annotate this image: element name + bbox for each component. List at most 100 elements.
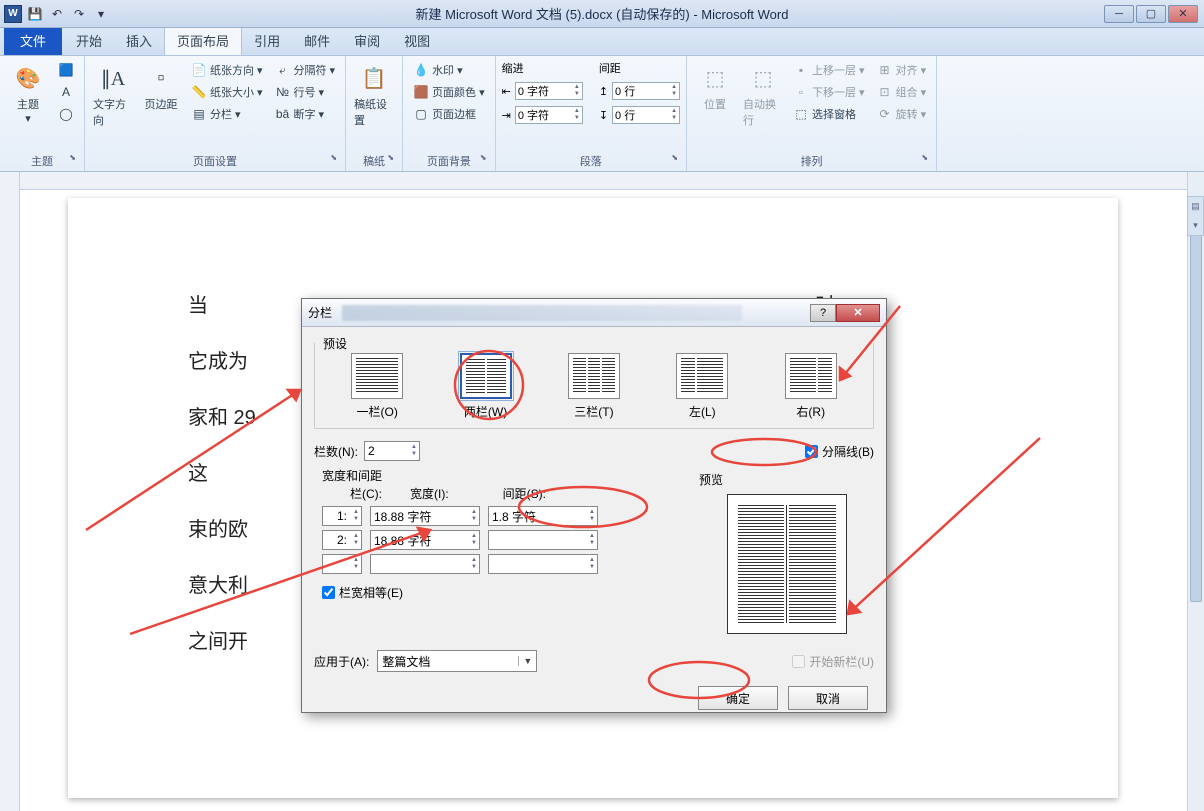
orientation-button[interactable]: 📄纸张方向 ▾ — [187, 60, 267, 80]
window-title: 新建 Microsoft Word 文档 (5).docx (自动保存的) - … — [416, 4, 789, 23]
col-2-spacing — [488, 530, 598, 550]
margins-icon: ▫ — [145, 62, 177, 94]
rotate-icon: ⟳ — [877, 106, 893, 122]
group-label-paragraph: 段落 — [502, 151, 680, 169]
num-cols-input[interactable]: 2 — [364, 441, 420, 461]
theme-fonts-button[interactable]: A — [54, 82, 78, 102]
size-icon: 📏 — [191, 84, 207, 100]
separator-checkbox[interactable]: 分隔线(B) — [805, 443, 874, 460]
tab-insert[interactable]: 插入 — [114, 26, 164, 55]
space-before-input[interactable] — [612, 82, 680, 100]
close-button[interactable]: ✕ — [1168, 5, 1198, 23]
indent-left-icon: ⇤ — [502, 85, 511, 98]
group-label-manuscript: 稿纸 — [352, 151, 396, 169]
border-icon: ▢ — [413, 106, 429, 122]
file-tab[interactable]: 文件 — [4, 26, 62, 55]
tab-home[interactable]: 开始 — [64, 26, 114, 55]
backward-icon: ▫ — [793, 84, 809, 100]
preset-one[interactable]: 一栏(O) — [351, 353, 403, 420]
page-color-button[interactable]: 🟫页面颜色 ▾ — [409, 82, 489, 102]
col-2-width: 18.88 字符 — [370, 530, 480, 550]
redo-icon[interactable]: ↷ — [70, 5, 88, 23]
watermark-icon: 💧 — [413, 62, 429, 78]
qat-more-icon[interactable]: ▾ — [92, 5, 110, 23]
preset-right[interactable]: 右(R) — [785, 353, 837, 420]
line-numbers-button[interactable]: №行号 ▾ — [271, 82, 340, 102]
group-paragraph: 缩进 ⇤ ⇥ 间距 ↥ ↧ 段落 — [496, 56, 687, 171]
breaks-button[interactable]: ⤶分隔符 ▾ — [271, 60, 340, 80]
apply-to-combo[interactable]: 整篇文档 — [377, 650, 537, 672]
scrollbar-thumb[interactable] — [1190, 202, 1202, 602]
ok-button[interactable]: 确定 — [698, 686, 778, 710]
tab-mailings[interactable]: 邮件 — [292, 26, 342, 55]
text-direction-button[interactable]: ∥A文字方向 — [91, 60, 135, 130]
manuscript-button[interactable]: 📋稿纸设置 — [352, 60, 396, 130]
group-icon: ⊡ — [877, 84, 893, 100]
dialog-titlebar[interactable]: 分栏 ? ✕ — [302, 299, 886, 327]
num-cols-label: 栏数(N): — [314, 443, 358, 460]
fonts-icon: A — [58, 84, 74, 100]
dialog-help-button[interactable]: ? — [810, 304, 836, 322]
ruler-toggle[interactable]: ▤▾ — [1187, 196, 1204, 236]
titlebar: W 💾 ↶ ↷ ▾ 新建 Microsoft Word 文档 (5).docx … — [0, 0, 1204, 28]
dialog-close-button[interactable]: ✕ — [836, 304, 880, 322]
save-icon[interactable]: 💾 — [26, 5, 44, 23]
text-direction-icon: ∥A — [97, 62, 129, 94]
preset-left[interactable]: 左(L) — [676, 353, 728, 420]
indent-right-input[interactable] — [515, 106, 583, 124]
tab-page-layout[interactable]: 页面布局 — [164, 25, 242, 55]
horizontal-ruler[interactable] — [20, 172, 1187, 190]
col-1-width[interactable]: 18.88 字符 — [370, 506, 480, 526]
ribbon-tabs: 文件 开始 插入 页面布局 引用 邮件 审阅 视图 — [0, 28, 1204, 56]
size-button[interactable]: 📏纸张大小 ▾ — [187, 82, 267, 102]
margins-button[interactable]: ▫页边距 — [139, 60, 183, 114]
page-borders-button[interactable]: ▢页面边框 — [409, 104, 489, 124]
preview-label: 预览 — [699, 471, 874, 488]
ribbon: 🎨主题▾ 🟦 A ◯ 主题 ∥A文字方向 ▫页边距 📄纸张方向 ▾ 📏纸张大小 … — [0, 56, 1204, 172]
tab-review[interactable]: 审阅 — [342, 26, 392, 55]
indent-left-input[interactable] — [515, 82, 583, 100]
group-label-themes: 主题 — [6, 151, 78, 169]
dialog-title-text: 分栏 — [308, 304, 332, 321]
space-before-icon: ↥ — [599, 85, 608, 98]
cancel-button[interactable]: 取消 — [788, 686, 868, 710]
indent-label: 缩进 — [502, 60, 583, 76]
group-label-pagesetup: 页面设置 — [91, 151, 339, 169]
spacing-label: 间距 — [599, 60, 680, 76]
vertical-scrollbar[interactable] — [1187, 172, 1204, 811]
theme-effects-button[interactable]: ◯ — [54, 104, 78, 124]
equal-width-checkbox[interactable]: 栏宽相等(E) — [322, 584, 681, 601]
rotate-button: ⟳旋转 ▾ — [873, 104, 931, 124]
preset-three[interactable]: 三栏(T) — [568, 353, 620, 420]
minimize-button[interactable]: ─ — [1104, 5, 1134, 23]
preset-two[interactable]: 两栏(W) — [460, 353, 512, 420]
col-1-spacing[interactable]: 1.8 字符 — [488, 506, 598, 526]
tab-view[interactable]: 视图 — [392, 26, 442, 55]
col-1-num[interactable]: 1: — [322, 506, 362, 526]
wrap-button: ⬚自动换行 — [741, 60, 785, 130]
window-controls: ─ ▢ ✕ — [1104, 5, 1198, 23]
watermark-button[interactable]: 💧水印 ▾ — [409, 60, 489, 80]
orientation-icon: 📄 — [191, 62, 207, 78]
send-backward-button: ▫下移一层 ▾ — [789, 82, 869, 102]
align-button: ⊞对齐 ▾ — [873, 60, 931, 80]
breaks-icon: ⤶ — [275, 62, 291, 78]
wrap-icon: ⬚ — [747, 62, 779, 94]
pagecolor-icon: 🟫 — [413, 84, 429, 100]
indent-right-icon: ⇥ — [502, 109, 511, 122]
space-after-icon: ↧ — [599, 109, 608, 122]
themes-button[interactable]: 🎨主题▾ — [6, 60, 50, 127]
tab-references[interactable]: 引用 — [242, 26, 292, 55]
theme-colors-button[interactable]: 🟦 — [54, 60, 78, 80]
vertical-ruler[interactable] — [0, 172, 20, 811]
hyphenation-button[interactable]: bā断字 ▾ — [271, 104, 340, 124]
maximize-button[interactable]: ▢ — [1136, 5, 1166, 23]
linenum-icon: № — [275, 84, 291, 100]
position-icon: ⬚ — [699, 62, 731, 94]
selection-pane-button[interactable]: ⬚选择窗格 — [789, 104, 869, 124]
blurred-text — [342, 305, 742, 321]
undo-icon[interactable]: ↶ — [48, 5, 66, 23]
space-after-input[interactable] — [612, 106, 680, 124]
group-page-setup: ∥A文字方向 ▫页边距 📄纸张方向 ▾ 📏纸张大小 ▾ ▤分栏 ▾ ⤶分隔符 ▾… — [85, 56, 346, 171]
columns-button[interactable]: ▤分栏 ▾ — [187, 104, 267, 124]
